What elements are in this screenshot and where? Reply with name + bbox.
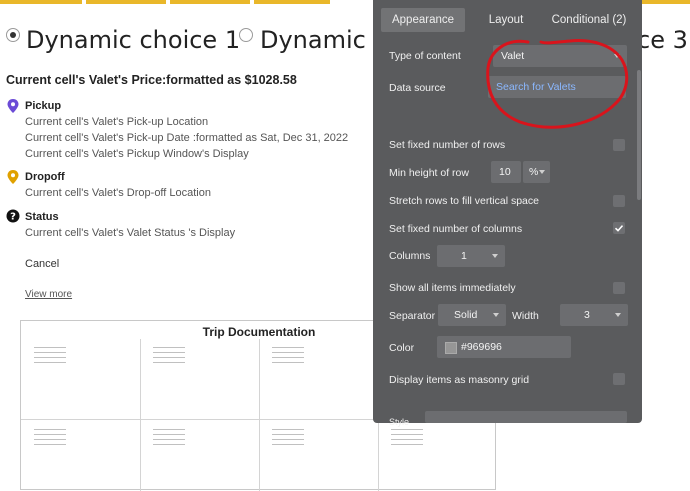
min-height-input[interactable]: 10 [491, 161, 521, 183]
image-placeholder [272, 429, 304, 449]
chevron-down-icon [615, 313, 621, 317]
image-placeholder [153, 347, 185, 367]
dropoff-map-pin-icon [7, 170, 19, 184]
radio-choice-3-label[interactable]: ce 3 [637, 26, 688, 54]
data-source-label: Data source [389, 82, 446, 94]
svg-text:?: ? [10, 212, 16, 223]
color-label: Color [389, 342, 415, 354]
chevron-down-icon [614, 54, 620, 58]
data-source-value: Search for Valets [496, 81, 576, 93]
cancel-button[interactable]: Cancel [25, 258, 59, 270]
type-of-content-label: Type of content [389, 50, 461, 62]
set-fixed-rows-checkbox[interactable] [613, 139, 625, 151]
tab-layout[interactable]: Layout [473, 8, 539, 32]
color-picker[interactable]: #969696 [437, 336, 571, 358]
width-dropdown[interactable]: 3 [560, 304, 628, 326]
radio-choice-1-label[interactable]: Dynamic choice 1 [26, 26, 240, 54]
image-placeholder [272, 347, 304, 367]
set-fixed-cols-label: Set fixed number of columns [389, 223, 523, 235]
width-label: Width [512, 310, 539, 322]
radio-choice-2[interactable] [239, 28, 253, 42]
columns-label: Columns [389, 250, 431, 262]
image-placeholder [34, 347, 66, 367]
show-all-label: Show all items immediately [389, 282, 516, 294]
status-text: Current cell's Valet's Valet Status 's D… [25, 227, 236, 239]
panel-scrollbar[interactable] [637, 70, 641, 200]
masonry-checkbox[interactable] [613, 373, 625, 385]
style-label: Style [389, 417, 410, 427]
image-placeholder [153, 429, 185, 449]
separator-dropdown[interactable]: Solid [438, 304, 506, 326]
dropoff-title: Dropoff [25, 171, 65, 183]
pickup-map-pin-icon [7, 99, 19, 113]
style-dropdown[interactable] [425, 411, 627, 423]
dropoff-location-text: Current cell's Valet's Drop-off Location [25, 187, 211, 199]
tab-appearance[interactable]: Appearance [381, 8, 465, 32]
columns-value: 1 [461, 250, 467, 262]
min-height-unit: % [529, 166, 539, 178]
separator-label: Separator [389, 310, 436, 322]
pickup-date-text: Current cell's Valet's Pick-up Date :for… [25, 132, 349, 144]
chevron-down-icon [493, 313, 499, 317]
data-source-field[interactable]: Search for Valets [488, 76, 626, 98]
color-value: #969696 [461, 341, 502, 353]
pickup-location-text: Current cell's Valet's Pick-up Location [25, 116, 209, 128]
image-placeholder [391, 429, 423, 449]
status-question-circle-icon: ? [6, 209, 20, 223]
color-swatch[interactable] [445, 342, 457, 354]
type-of-content-value: Valet [501, 50, 525, 62]
status-title: Status [25, 211, 59, 223]
columns-dropdown[interactable]: 1 [437, 245, 505, 267]
price-text: Current cell's Valet's Price:formatted a… [6, 73, 297, 87]
type-of-content-dropdown[interactable]: Valet [493, 45, 627, 67]
min-height-label: Min height of row [389, 167, 469, 179]
masonry-label: Display items as masonry grid [389, 374, 530, 386]
property-editor-panel: Appearance Layout Conditional (2) Type o… [373, 0, 642, 427]
min-height-value: 10 [499, 166, 511, 178]
stretch-rows-checkbox[interactable] [613, 195, 625, 207]
tab-conditional[interactable]: Conditional (2) [543, 8, 635, 32]
chevron-down-icon [492, 254, 498, 258]
show-all-checkbox[interactable] [613, 282, 625, 294]
chevron-down-icon [539, 170, 545, 174]
image-placeholder [34, 429, 66, 449]
radio-choice-1[interactable] [6, 28, 20, 42]
pickup-title: Pickup [25, 100, 62, 112]
stretch-rows-label: Stretch rows to fill vertical space [389, 195, 539, 207]
separator-value: Solid [454, 309, 478, 321]
view-more-link[interactable]: View more [25, 289, 72, 300]
set-fixed-rows-label: Set fixed number of rows [389, 139, 506, 151]
width-value: 3 [584, 309, 590, 321]
pickup-window-text: Current cell's Valet's Pickup Window's D… [25, 148, 249, 160]
min-height-unit-dropdown[interactable]: % [523, 161, 550, 183]
check-icon[interactable] [613, 222, 625, 234]
